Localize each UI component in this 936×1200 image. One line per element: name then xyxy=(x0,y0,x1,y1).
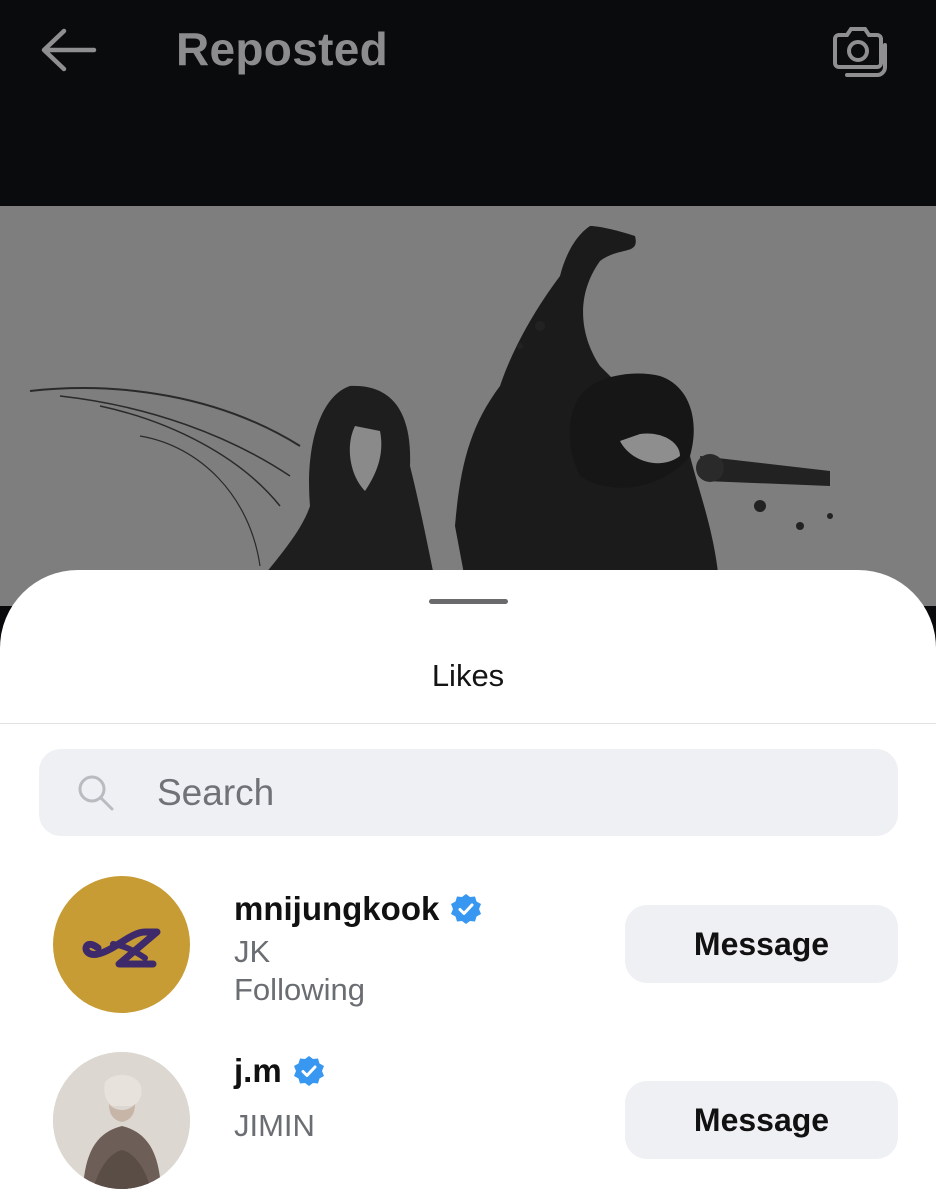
avatar-logo xyxy=(82,928,161,968)
artwork-illustration xyxy=(29,226,833,606)
sheet-title: Likes xyxy=(431,658,505,693)
full-name: JK xyxy=(234,934,271,969)
post-artwork xyxy=(0,206,936,606)
search-bar[interactable] xyxy=(39,749,898,836)
verified-badge-icon xyxy=(293,1056,324,1086)
search-input[interactable] xyxy=(157,749,857,836)
back-button[interactable] xyxy=(36,24,100,76)
page-title: Reposted xyxy=(176,23,388,75)
search-icon xyxy=(78,775,114,811)
sheet-drag-handle[interactable] xyxy=(429,599,508,604)
avatar-photo xyxy=(53,1052,190,1189)
username-line: mnijungkook xyxy=(234,890,483,928)
camera-icon xyxy=(833,27,887,77)
divider xyxy=(0,723,936,724)
username[interactable]: mnijungkook xyxy=(234,890,439,928)
username-line: j.m xyxy=(234,1052,326,1090)
list-item[interactable]: mnijungkook JK Following Message xyxy=(0,876,936,1036)
avatar[interactable] xyxy=(53,1052,190,1189)
top-bar: Reposted xyxy=(0,0,936,206)
likes-sheet: Likes mnijungkook JK Following Message xyxy=(0,570,936,1200)
arrow-left-icon xyxy=(41,28,97,72)
verified-badge-icon xyxy=(451,894,482,924)
list-item[interactable]: j.m JIMIN Message xyxy=(0,1052,936,1200)
camera-button[interactable] xyxy=(826,20,890,80)
message-button[interactable]: Message xyxy=(625,905,898,983)
follow-status: Following xyxy=(234,972,365,1007)
full-name: JIMIN xyxy=(234,1108,315,1143)
username[interactable]: j.m xyxy=(234,1052,282,1090)
message-button[interactable]: Message xyxy=(625,1081,898,1159)
avatar[interactable] xyxy=(53,876,190,1013)
